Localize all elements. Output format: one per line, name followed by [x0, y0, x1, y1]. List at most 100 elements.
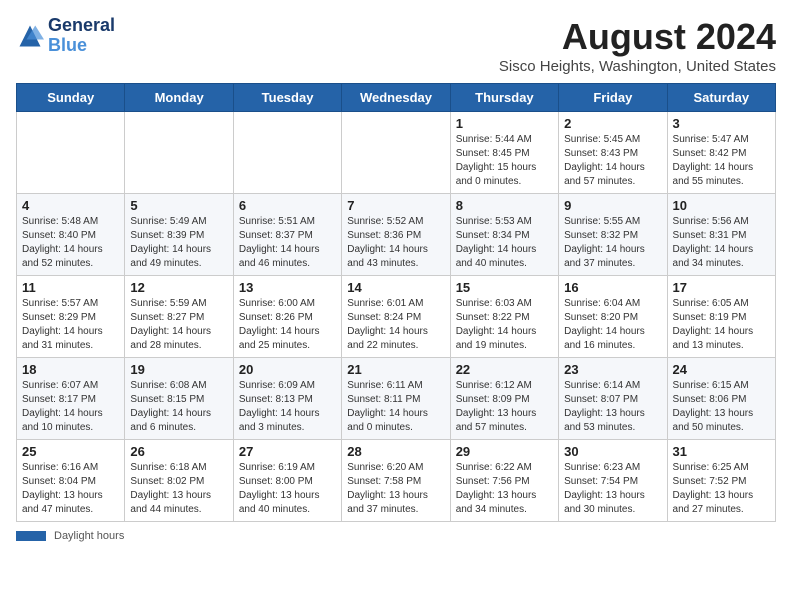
- day-number: 23: [564, 362, 661, 377]
- calendar-cell: 17 Sunrise: 6:05 AMSunset: 8:19 PMDayligh…: [667, 276, 775, 358]
- calendar-cell: 22 Sunrise: 6:12 AMSunset: 8:09 PMDayligh…: [450, 358, 558, 440]
- day-number: 26: [130, 444, 227, 459]
- day-number: 8: [456, 198, 553, 213]
- day-info: Sunrise: 6:15 AMSunset: 8:06 PMDaylight:…: [673, 379, 770, 435]
- day-number: 31: [673, 444, 770, 459]
- calendar-cell: 16Sunrise: 6:04 AMSunset: 8:20 PMDayligh…: [559, 276, 667, 358]
- day-number: 11: [22, 280, 119, 295]
- day-number: 17: [673, 280, 770, 295]
- day-number: 12: [130, 280, 227, 295]
- day-info: Sunrise: 6:01 AMSunset: 8:24 PMDaylight:…: [347, 297, 444, 353]
- calendar-cell: 27 Sunrise: 6:19 AMSunset: 8:00 PMDayligh…: [233, 440, 341, 522]
- calendar-cell: 31 Sunrise: 6:25 AMSunset: 7:52 PMDayligh…: [667, 440, 775, 522]
- day-number: 13: [239, 280, 336, 295]
- day-info: Sunrise: 5:47 AMSunset: 8:42 PMDaylight:…: [673, 133, 770, 189]
- day-info: Sunrise: 6:25 AMSunset: 7:52 PMDaylight:…: [673, 461, 770, 517]
- day-number: 27: [239, 444, 336, 459]
- calendar-cell: 3 Sunrise: 5:47 AMSunset: 8:42 PMDaylight…: [667, 112, 775, 194]
- day-number: 4: [22, 198, 119, 213]
- day-number: 9: [564, 198, 661, 213]
- day-number: 10: [673, 198, 770, 213]
- day-info: Sunrise: 6:05 AMSunset: 8:19 PMDaylight:…: [673, 297, 770, 353]
- page-header: General Blue August 2024 Sisco Heights, …: [16, 16, 776, 75]
- calendar-cell: 4 Sunrise: 5:48 AMSunset: 8:40 PMDaylight…: [17, 194, 125, 276]
- location: Sisco Heights, Washington, United States: [499, 58, 776, 75]
- day-number: 14: [347, 280, 444, 295]
- logo-icon: [16, 22, 44, 50]
- calendar-cell: 23 Sunrise: 6:14 AMSunset: 8:07 PMDayligh…: [559, 358, 667, 440]
- calendar-cell: [342, 112, 450, 194]
- month-title: August 2024: [499, 16, 776, 58]
- calendar-table: SundayMondayTuesdayWednesdayThursdayFrid…: [16, 83, 776, 522]
- calendar-cell: 15Sunrise: 6:03 AMSunset: 8:22 PMDayligh…: [450, 276, 558, 358]
- calendar-week-row: 25 Sunrise: 6:16 AMSunset: 8:04 PMDayligh…: [17, 440, 776, 522]
- day-info: Sunrise: 6:07 AMSunset: 8:17 PMDaylight:…: [22, 379, 119, 435]
- day-number: 3: [673, 116, 770, 131]
- calendar-body: 1Sunrise: 5:44 AMSunset: 8:45 PMDaylight…: [17, 112, 776, 522]
- calendar-cell: 6Sunrise: 5:51 AMSunset: 8:37 PMDaylight…: [233, 194, 341, 276]
- calendar-cell: [17, 112, 125, 194]
- day-info: Sunrise: 5:53 AMSunset: 8:34 PMDaylight:…: [456, 215, 553, 271]
- calendar-week-row: 1Sunrise: 5:44 AMSunset: 8:45 PMDaylight…: [17, 112, 776, 194]
- day-of-week-header: Thursday: [450, 84, 558, 112]
- day-info: Sunrise: 5:59 AMSunset: 8:27 PMDaylight:…: [130, 297, 227, 353]
- calendar-cell: 20 Sunrise: 6:09 AMSunset: 8:13 PMDayligh…: [233, 358, 341, 440]
- calendar-cell: [233, 112, 341, 194]
- day-of-week-header: Tuesday: [233, 84, 341, 112]
- calendar-cell: 2 Sunrise: 5:45 AMSunset: 8:43 PMDaylight…: [559, 112, 667, 194]
- day-info: Sunrise: 5:48 AMSunset: 8:40 PMDaylight:…: [22, 215, 119, 271]
- calendar-cell: 24 Sunrise: 6:15 AMSunset: 8:06 PMDayligh…: [667, 358, 775, 440]
- day-info: Sunrise: 6:16 AMSunset: 8:04 PMDaylight:…: [22, 461, 119, 517]
- calendar-cell: 28Sunrise: 6:20 AMSunset: 7:58 PMDayligh…: [342, 440, 450, 522]
- day-number: 24: [673, 362, 770, 377]
- day-info: Sunrise: 5:45 AMSunset: 8:43 PMDaylight:…: [564, 133, 661, 189]
- day-info: Sunrise: 6:18 AMSunset: 8:02 PMDaylight:…: [130, 461, 227, 517]
- daylight-label: Daylight hours: [54, 530, 124, 542]
- day-number: 6: [239, 198, 336, 213]
- calendar-cell: 29Sunrise: 6:22 AMSunset: 7:56 PMDayligh…: [450, 440, 558, 522]
- calendar-header: SundayMondayTuesdayWednesdayThursdayFrid…: [17, 84, 776, 112]
- calendar-cell: 7Sunrise: 5:52 AMSunset: 8:36 PMDaylight…: [342, 194, 450, 276]
- logo-blue: Blue: [48, 35, 87, 55]
- logo-general: General: [48, 16, 115, 36]
- day-number: 2: [564, 116, 661, 131]
- day-info: Sunrise: 5:55 AMSunset: 8:32 PMDaylight:…: [564, 215, 661, 271]
- calendar-cell: 21 Sunrise: 6:11 AMSunset: 8:11 PMDayligh…: [342, 358, 450, 440]
- day-info: Sunrise: 6:20 AMSunset: 7:58 PMDaylight:…: [347, 461, 444, 517]
- calendar-cell: 9 Sunrise: 5:55 AMSunset: 8:32 PMDaylight…: [559, 194, 667, 276]
- day-info: Sunrise: 6:23 AMSunset: 7:54 PMDaylight:…: [564, 461, 661, 517]
- day-info: Sunrise: 5:49 AMSunset: 8:39 PMDaylight:…: [130, 215, 227, 271]
- day-info: Sunrise: 6:11 AMSunset: 8:11 PMDaylight:…: [347, 379, 444, 435]
- day-info: Sunrise: 6:09 AMSunset: 8:13 PMDaylight:…: [239, 379, 336, 435]
- calendar-cell: 11 Sunrise: 5:57 AMSunset: 8:29 PMDayligh…: [17, 276, 125, 358]
- day-number: 1: [456, 116, 553, 131]
- calendar-cell: 19Sunrise: 6:08 AMSunset: 8:15 PMDayligh…: [125, 358, 233, 440]
- day-info: Sunrise: 6:00 AMSunset: 8:26 PMDaylight:…: [239, 297, 336, 353]
- calendar-cell: 14 Sunrise: 6:01 AMSunset: 8:24 PMDayligh…: [342, 276, 450, 358]
- day-number: 21: [347, 362, 444, 377]
- logo: General Blue: [16, 16, 115, 56]
- day-number: 20: [239, 362, 336, 377]
- calendar-cell: [125, 112, 233, 194]
- day-info: Sunrise: 6:14 AMSunset: 8:07 PMDaylight:…: [564, 379, 661, 435]
- day-info: Sunrise: 6:19 AMSunset: 8:00 PMDaylight:…: [239, 461, 336, 517]
- day-info: Sunrise: 6:04 AMSunset: 8:20 PMDaylight:…: [564, 297, 661, 353]
- day-number: 22: [456, 362, 553, 377]
- calendar-week-row: 18Sunrise: 6:07 AMSunset: 8:17 PMDayligh…: [17, 358, 776, 440]
- day-header-row: SundayMondayTuesdayWednesdayThursdayFrid…: [17, 84, 776, 112]
- calendar-week-row: 11 Sunrise: 5:57 AMSunset: 8:29 PMDayligh…: [17, 276, 776, 358]
- day-info: Sunrise: 6:12 AMSunset: 8:09 PMDaylight:…: [456, 379, 553, 435]
- calendar-cell: 30Sunrise: 6:23 AMSunset: 7:54 PMDayligh…: [559, 440, 667, 522]
- day-number: 5: [130, 198, 227, 213]
- day-info: Sunrise: 5:57 AMSunset: 8:29 PMDaylight:…: [22, 297, 119, 353]
- calendar-week-row: 4 Sunrise: 5:48 AMSunset: 8:40 PMDaylight…: [17, 194, 776, 276]
- day-number: 19: [130, 362, 227, 377]
- footer: Daylight hours: [16, 530, 776, 542]
- calendar-cell: 10Sunrise: 5:56 AMSunset: 8:31 PMDayligh…: [667, 194, 775, 276]
- day-of-week-header: Wednesday: [342, 84, 450, 112]
- day-of-week-header: Sunday: [17, 84, 125, 112]
- day-number: 29: [456, 444, 553, 459]
- calendar-cell: 1Sunrise: 5:44 AMSunset: 8:45 PMDaylight…: [450, 112, 558, 194]
- day-number: 25: [22, 444, 119, 459]
- day-number: 15: [456, 280, 553, 295]
